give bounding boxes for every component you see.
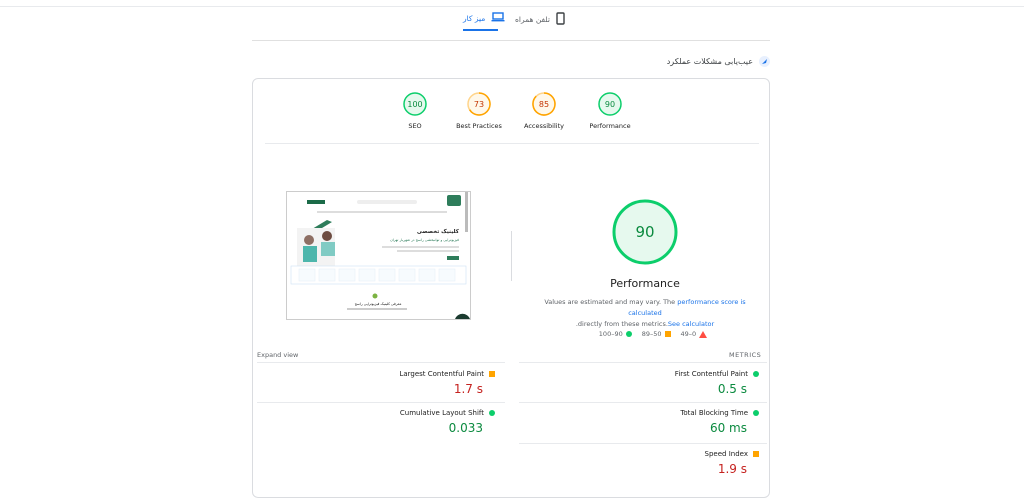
metrics-divider: [257, 362, 505, 363]
metric-speed-index: Speed Index 1.9 s: [519, 450, 759, 476]
laptop-icon: [491, 12, 505, 24]
metric-value: 0.033: [448, 421, 483, 435]
metric-value: 0.5 s: [717, 382, 747, 396]
legend-poor-label: 49–0: [680, 330, 697, 338]
legend-good: 100–90: [599, 330, 632, 338]
see-calculator-link[interactable]: See calculator: [668, 320, 714, 328]
active-tab-indicator: [463, 29, 498, 31]
metric-name: Cumulative Layout Shift: [257, 409, 495, 417]
performance-gauge-large: 90: [610, 197, 680, 267]
gauge-best-practices[interactable]: 73 Best Practices: [449, 91, 509, 130]
metric-name: Largest Contentful Paint: [257, 370, 495, 378]
green-circle-icon: [625, 331, 632, 337]
metrics-divider: [519, 362, 767, 363]
orange-square-icon: [489, 371, 495, 377]
red-triangle-icon: [699, 330, 708, 338]
metrics-divider: [519, 443, 767, 444]
metric-cls: Cumulative Layout Shift 0.033: [257, 409, 495, 435]
metrics-heading: METRICS: [729, 351, 762, 359]
green-circle-icon: [753, 371, 759, 377]
legend-average: 89–50: [642, 330, 671, 338]
legend-good-label: 100–90: [598, 330, 623, 338]
device-tabs: میز کار تلفن همراه: [252, 8, 770, 41]
thumb-headline: کلینیک تخصصی: [417, 228, 460, 235]
gauge-ring-icon: 90: [598, 92, 622, 116]
metric-name-text: Largest Contentful Paint: [399, 370, 484, 378]
gauge-label: Best Practices: [456, 122, 502, 130]
gauges-divider: [265, 143, 759, 144]
tab-mobile[interactable]: تلفن همراه: [515, 12, 565, 27]
gauge-label: Accessibility: [524, 122, 564, 130]
metric-tbt: Total Blocking Time 60 ms: [519, 409, 759, 435]
gauge-performance[interactable]: 90 Performance: [580, 91, 640, 130]
gauge-score: 73: [474, 100, 484, 109]
performance-score: 90: [635, 223, 654, 241]
tab-desktop[interactable]: میز کار: [463, 12, 505, 24]
vertical-divider: [511, 231, 512, 281]
metrics-divider: [257, 402, 505, 403]
gauge-score: 100: [407, 100, 422, 109]
gauge-label: Performance: [589, 122, 631, 130]
desc-text-2: directly from these metrics.: [577, 320, 668, 328]
gauge-seo[interactable]: 100 SEO: [385, 91, 445, 130]
metric-name: Speed Index: [519, 450, 759, 458]
metric-fcp: First Contentful Paint 0.5 s: [519, 370, 759, 396]
diagnose-header: عیب‌یابی مشکلات عملکرد: [667, 56, 770, 67]
performance-title: Performance: [610, 277, 680, 290]
orange-square-icon: [664, 331, 671, 337]
orange-square-icon: [753, 451, 759, 457]
score-legend: 100–90 89–50 49–0: [573, 330, 733, 338]
metrics-divider: [519, 402, 767, 403]
thumb-bottom-title: معرفی کلینیک فیزیوتراپی راسخ: [355, 302, 402, 306]
report-card: 100 SEO 73 Best Practices 85 Accessibili…: [252, 78, 770, 498]
metric-name-text: Speed Index: [704, 450, 748, 458]
expand-view-toggle[interactable]: Expand view: [257, 351, 298, 359]
metric-name: First Contentful Paint: [519, 370, 759, 378]
legend-average-label: 89–50: [641, 330, 662, 338]
page-screenshot-thumbnail[interactable]: کلینیک تخصصی فیزیوتراپی و توانبخشی راسخ …: [286, 191, 471, 320]
metric-name-text: Total Blocking Time: [680, 409, 748, 417]
category-gauges: 100 SEO 73 Best Practices 85 Accessibili…: [253, 91, 771, 141]
metric-name-text: Cumulative Layout Shift: [399, 409, 484, 417]
legend-poor: 49–0: [681, 330, 708, 338]
gauge-accessibility[interactable]: 85 Accessibility: [514, 91, 574, 130]
green-circle-icon: [753, 410, 759, 416]
gauge-score: 90: [605, 100, 615, 109]
mobile-tab-label: تلفن همراه: [515, 15, 550, 24]
performance-ring-icon: 90: [612, 199, 678, 265]
metric-value: 1.7 s: [453, 382, 483, 396]
top-divider: [0, 6, 1024, 7]
green-circle-icon: [489, 410, 495, 416]
metric-lcp: Largest Contentful Paint 1.7 s: [257, 370, 495, 396]
desc-text: Values are estimated and may vary. The: [544, 298, 678, 306]
metric-value: 60 ms: [709, 421, 747, 435]
performance-description: Values are estimated and may vary. The p…: [535, 297, 755, 330]
desktop-tab-label: میز کار: [463, 13, 486, 23]
diagnose-label: عیب‌یابی مشکلات عملکرد: [666, 57, 753, 66]
metric-name: Total Blocking Time: [519, 409, 759, 417]
diagnose-icon: [759, 56, 770, 67]
gauge-score: 85: [539, 100, 549, 109]
gauge-label: SEO: [408, 122, 422, 130]
gauge-ring-icon: 85: [532, 92, 556, 116]
website-preview-image: کلینیک تخصصی فیزیوتراپی و توانبخشی راسخ …: [287, 192, 470, 319]
metric-value: 1.9 s: [717, 462, 747, 476]
gauge-ring-icon: 100: [403, 92, 427, 116]
metric-name-text: First Contentful Paint: [674, 370, 748, 378]
phone-icon: [556, 12, 565, 27]
thumb-subline: فیزیوتراپی و توانبخشی راسخ در شهریار تهر…: [390, 238, 459, 242]
gauge-ring-icon: 73: [467, 92, 491, 116]
